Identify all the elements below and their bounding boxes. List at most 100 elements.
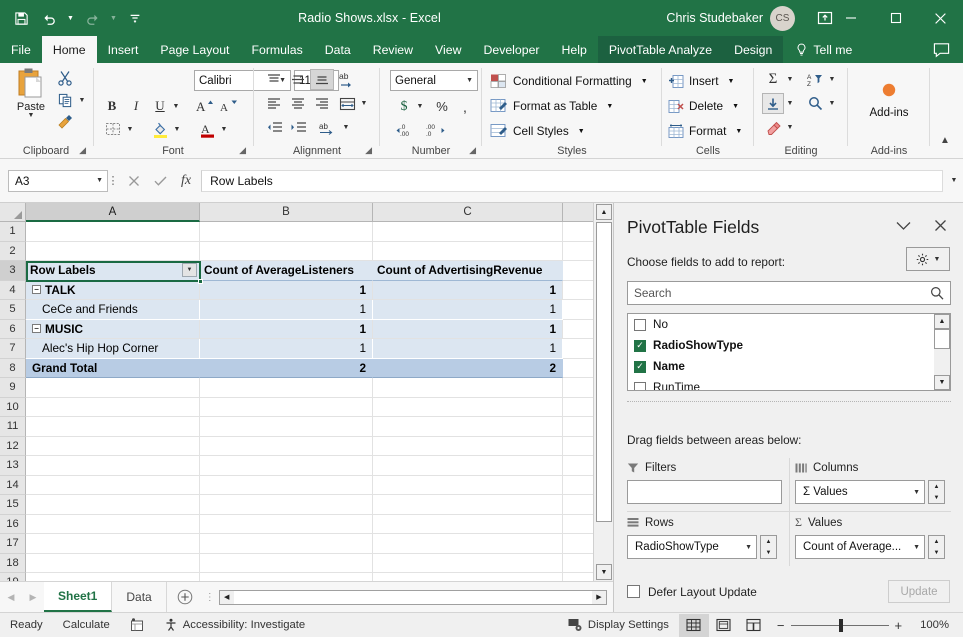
cell-b14[interactable]: [200, 475, 373, 495]
enter-icon[interactable]: [154, 175, 167, 187]
bold-button[interactable]: B: [102, 96, 122, 116]
row-header-2[interactable]: 2: [0, 241, 26, 261]
scroll-down-icon[interactable]: ▼: [934, 375, 950, 390]
row-labels-filter-icon[interactable]: ▼: [182, 263, 197, 277]
values-move-spinner[interactable]: ▲ ▼: [928, 535, 945, 559]
collapse-ribbon-icon[interactable]: ▲: [934, 131, 956, 149]
cell-a7[interactable]: Alec's Hip Hop Corner: [26, 339, 200, 359]
cell-a15[interactable]: [26, 495, 200, 515]
copy-dropdown-icon[interactable]: ▼: [76, 90, 88, 110]
tell-me-button[interactable]: Tell me: [783, 36, 862, 63]
cell-a11[interactable]: [26, 417, 200, 437]
cell-c13[interactable]: [373, 456, 563, 476]
comma-format-button[interactable]: ,: [456, 96, 474, 117]
column-header-a[interactable]: A: [26, 203, 200, 222]
next-sheet-icon[interactable]: ▶: [22, 582, 44, 612]
tab-view[interactable]: View: [424, 36, 472, 63]
move-up-icon[interactable]: ▲: [929, 536, 944, 547]
cell-a14[interactable]: [26, 475, 200, 495]
delete-cells-button[interactable]: Delete ▼: [668, 95, 739, 117]
tab-insert[interactable]: Insert: [97, 36, 150, 63]
cell-a8-grand-total[interactable]: Grand Total: [26, 358, 200, 378]
fill-icon[interactable]: [762, 93, 784, 114]
cell-b13[interactable]: [200, 456, 373, 476]
cell-c7[interactable]: 1: [373, 339, 563, 359]
area-rows[interactable]: Rows RadioShowType ▼ ▲ ▼: [627, 513, 785, 563]
cell-a18[interactable]: [26, 553, 200, 573]
cell-b10[interactable]: [200, 397, 373, 417]
row-header-19[interactable]: 19: [0, 573, 26, 581]
accounting-format-button[interactable]: $: [394, 96, 414, 117]
cell-b1[interactable]: [200, 222, 373, 242]
normal-view-icon[interactable]: [678, 613, 709, 637]
rows-dropzone[interactable]: RadioShowType ▼ ▲ ▼: [627, 535, 785, 559]
number-format-combo[interactable]: General ▼: [390, 70, 478, 91]
cell-styles-button[interactable]: Cell Styles ▼: [490, 120, 585, 142]
clipboard-dialog-launcher[interactable]: ◢: [79, 145, 86, 156]
cell-c5[interactable]: 1: [373, 300, 563, 320]
chevron-down-icon[interactable]: ▼: [913, 489, 920, 496]
formula-bar-grip[interactable]: ⋮: [108, 174, 119, 187]
move-down-icon[interactable]: ▼: [929, 547, 944, 558]
move-up-icon[interactable]: ▲: [929, 481, 944, 492]
list-item[interactable]: No: [628, 314, 950, 335]
cell-c12[interactable]: [373, 436, 563, 456]
cell-b15[interactable]: [200, 495, 373, 515]
clear-dropdown-icon[interactable]: ▼: [784, 117, 796, 138]
font-color-icon[interactable]: A: [196, 119, 218, 139]
area-columns[interactable]: Columns Σ Values ▼ ▲ ▼: [795, 458, 951, 508]
find-select-icon[interactable]: [804, 93, 826, 114]
cell-c17[interactable]: [373, 534, 563, 554]
row-header-8[interactable]: 8: [0, 358, 26, 378]
collapse-group-icon[interactable]: −: [32, 285, 41, 295]
select-all-corner[interactable]: [0, 203, 26, 222]
formula-input[interactable]: Row Labels: [201, 169, 943, 192]
align-right-icon[interactable]: [310, 93, 334, 114]
save-icon[interactable]: [8, 5, 34, 31]
tab-pivottable-analyze[interactable]: PivotTable Analyze: [597, 36, 724, 63]
decrease-font-size-icon[interactable]: A: [218, 96, 240, 116]
search-input[interactable]: Search: [627, 281, 951, 305]
cell-c16[interactable]: [373, 514, 563, 534]
decrease-indent-icon[interactable]: [262, 117, 286, 138]
minimize-button[interactable]: [828, 0, 873, 36]
avatar[interactable]: CS: [770, 5, 795, 31]
cell-c19[interactable]: [373, 573, 563, 581]
row-field-radioshowtype[interactable]: RadioShowType ▼: [627, 535, 757, 559]
row-header-6[interactable]: 6: [0, 319, 26, 339]
cell-c3[interactable]: Count of AdvertisingRevenue: [373, 261, 563, 281]
search-icon[interactable]: [930, 286, 944, 300]
insert-cells-button[interactable]: Insert ▼: [668, 70, 734, 92]
previous-sheet-icon[interactable]: ◀: [0, 582, 22, 612]
vertical-scroll-thumb[interactable]: [596, 222, 612, 522]
move-down-icon[interactable]: ▼: [929, 492, 944, 503]
row-header-12[interactable]: 12: [0, 436, 26, 456]
defer-layout-update-checkbox[interactable]: [627, 585, 640, 598]
row-header-9[interactable]: 9: [0, 378, 26, 398]
cell-b6[interactable]: 1: [200, 319, 373, 339]
display-settings-button[interactable]: Display Settings: [558, 618, 679, 632]
cell-a3-row-labels[interactable]: Row Labels ▼: [26, 261, 200, 281]
row-header-10[interactable]: 10: [0, 397, 26, 417]
list-item[interactable]: ✓ Name: [628, 356, 950, 377]
chevron-down-icon[interactable]: ▼: [735, 128, 742, 135]
accounting-dropdown-icon[interactable]: ▼: [414, 96, 426, 117]
chevron-down-icon[interactable]: ▼: [466, 77, 473, 84]
row-header-1[interactable]: 1: [0, 222, 26, 242]
cell-b12[interactable]: [200, 436, 373, 456]
wrap-text-icon[interactable]: ab: [316, 117, 340, 138]
redo-dropdown-icon[interactable]: ▼: [107, 5, 120, 31]
chevron-down-icon[interactable]: ▼: [913, 544, 920, 551]
account-info[interactable]: Chris Studebaker CS: [666, 0, 795, 36]
scroll-up-icon[interactable]: ▲: [934, 314, 950, 329]
tab-help[interactable]: Help: [551, 36, 598, 63]
conditional-formatting-button[interactable]: Conditional Formatting ▼: [490, 70, 648, 92]
row-header-11[interactable]: 11: [0, 417, 26, 437]
cell-a5[interactable]: CeCe and Friends: [26, 300, 200, 320]
cell-c4[interactable]: 1: [373, 280, 563, 300]
align-center-icon[interactable]: [286, 93, 310, 114]
chevron-down-icon[interactable]: ▼: [745, 544, 752, 551]
wrap-dropdown-icon[interactable]: ▼: [340, 117, 352, 138]
cell-a1[interactable]: [26, 222, 200, 242]
field-checkbox-no[interactable]: [634, 318, 646, 331]
